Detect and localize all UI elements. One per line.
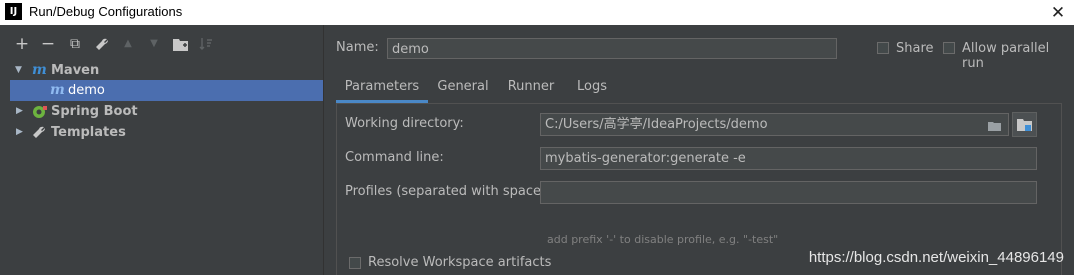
resolve-workspace-checkbox[interactable] — [349, 257, 361, 269]
profiles-hint: add prefix '-' to disable profile, e.g. … — [547, 233, 779, 246]
configuration-editor: Name: demo Share Allow parallel run Para… — [324, 25, 1074, 275]
move-down-icon[interactable]: ▼ — [144, 33, 164, 55]
maven-icon: m — [32, 62, 47, 78]
name-label: Name: — [336, 40, 379, 55]
collapsed-arrow-icon[interactable]: ▶ — [16, 101, 26, 122]
tree-item-templates[interactable]: ▶ Templates — [10, 122, 323, 143]
tab-parameters[interactable]: Parameters — [336, 73, 428, 103]
command-line-field[interactable]: mybatis-generator:generate -e — [540, 147, 1037, 170]
window-title: Run/Debug Configurations — [29, 4, 183, 19]
tab-logs[interactable]: Logs — [569, 73, 615, 103]
name-field[interactable]: demo — [387, 38, 837, 59]
close-window-button[interactable]: ✕ — [1046, 0, 1070, 25]
configurations-sidebar: + − ⧉ ▲ ▼ ▼ m Maven m demo ▶ Spring Boot… — [0, 25, 323, 275]
working-directory-field[interactable]: C:/Users/高学亭/IdeaProjects/demo — [540, 113, 1009, 136]
tree-label-templates: Templates — [51, 125, 126, 140]
collapsed-arrow-icon[interactable]: ▶ — [16, 122, 26, 143]
allow-parallel-run-label: Allow parallel run — [962, 41, 1050, 71]
profiles-label: Profiles (separated with space): — [345, 184, 551, 199]
folder-icon[interactable] — [170, 33, 190, 55]
watermark: https://blog.csdn.net/weixin_44896149 — [808, 249, 1064, 266]
tree-label-demo: demo — [68, 83, 105, 98]
sort-icon[interactable] — [196, 33, 216, 55]
browse-module-button[interactable] — [1012, 112, 1037, 137]
wrench-icon — [32, 125, 46, 146]
tab-general[interactable]: General — [433, 73, 493, 103]
move-up-icon[interactable]: ▲ — [118, 33, 138, 55]
maven-icon: m — [50, 82, 65, 98]
expanded-arrow-icon[interactable]: ▼ — [15, 60, 25, 81]
tree-label-maven: Maven — [51, 63, 100, 78]
working-directory-value: C:/Users/高学亭/IdeaProjects/demo — [545, 117, 768, 132]
command-line-label: Command line: — [345, 150, 444, 165]
share-checkbox[interactable] — [877, 42, 889, 54]
allow-parallel-run-checkbox[interactable] — [943, 42, 955, 54]
intellij-app-icon: IJ — [5, 3, 22, 20]
tree-label-spring-boot: Spring Boot — [51, 104, 138, 119]
remove-icon[interactable]: − — [38, 33, 58, 55]
share-label: Share — [896, 41, 934, 56]
tree-item-maven[interactable]: ▼ m Maven — [10, 60, 323, 81]
tab-runner[interactable]: Runner — [501, 73, 561, 103]
folder-icon[interactable] — [988, 118, 1002, 131]
resolve-workspace-label: Resolve Workspace artifacts — [368, 255, 552, 270]
wrench-icon[interactable] — [92, 33, 112, 55]
tree-item-demo[interactable]: m demo — [10, 80, 323, 101]
title-bar: IJ Run/Debug Configurations ✕ — [0, 0, 1074, 25]
add-icon[interactable]: + — [12, 33, 32, 55]
tree-item-spring-boot[interactable]: ▶ Spring Boot — [10, 101, 323, 122]
working-directory-label: Working directory: — [345, 116, 464, 131]
copy-icon[interactable]: ⧉ — [65, 33, 85, 55]
profiles-field[interactable] — [540, 181, 1037, 204]
